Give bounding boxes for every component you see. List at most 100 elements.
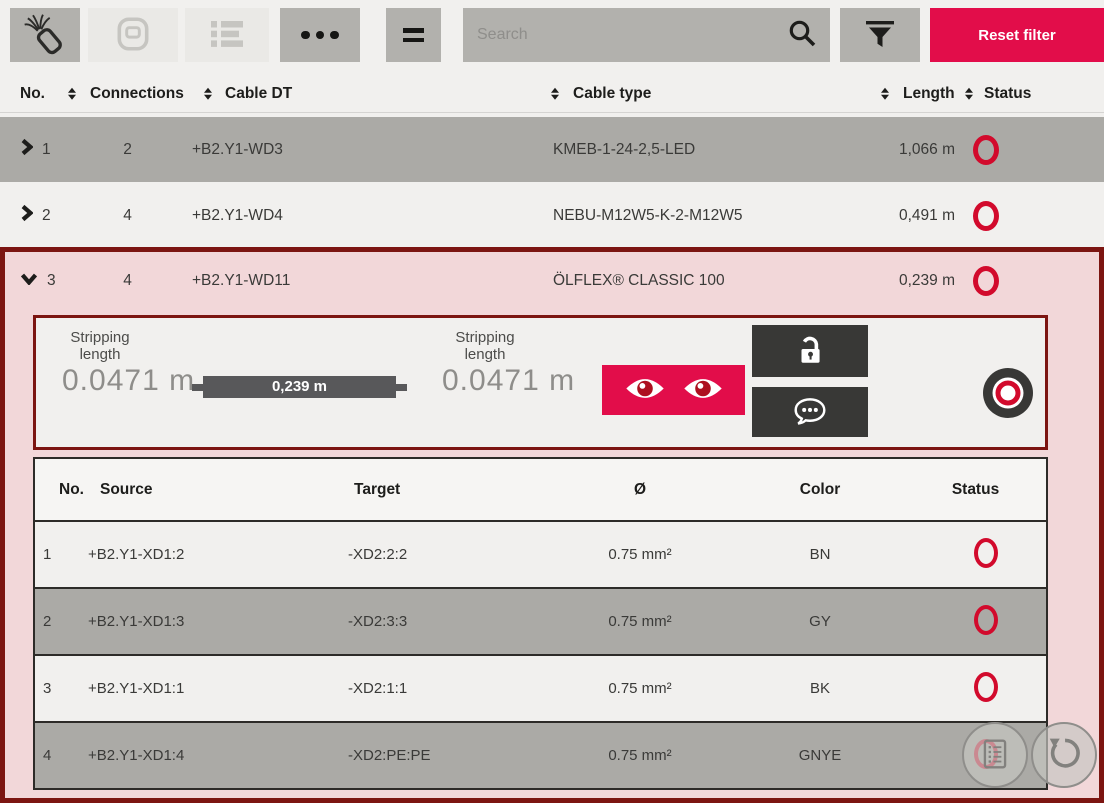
sort-icon[interactable]: [881, 87, 889, 100]
wire-target: -XD2:PE:PE: [335, 747, 545, 764]
eye-icon: [624, 375, 666, 405]
chevron-down-icon[interactable]: [20, 272, 38, 290]
cable-type: ÖLFLEX® CLASSIC 100: [545, 272, 860, 290]
cable-length: 0,239 m: [860, 272, 955, 290]
wire-diameter: 0.75 mm²: [545, 546, 735, 563]
row-number: 2: [42, 207, 51, 225]
stripping-length-value: 0.0471 m: [442, 364, 575, 398]
table-row[interactable]: 2 4 +B2.Y1-WD4 NEBU-M12W5-K-2-M12W5 0,49…: [0, 184, 1104, 247]
cable-length: 0,491 m: [860, 207, 955, 225]
row-number: 3: [47, 272, 56, 290]
toolbar: Reset filter: [0, 0, 1104, 70]
wire-diameter: 0.75 mm²: [545, 680, 735, 697]
chevron-right-icon[interactable]: [20, 204, 33, 227]
table-row[interactable]: 1 2 +B2.Y1-WD3 KMEB-1-24-2,5-LED 1,066 m: [0, 117, 1104, 182]
connections-count: 4: [95, 272, 160, 290]
wire-table-header: No. Source Target Ø Color Status: [35, 459, 1046, 520]
connections-count: 4: [95, 207, 160, 225]
status-ring-icon: [974, 672, 998, 702]
column-length: Length: [903, 85, 955, 103]
ellipsis-icon: [301, 31, 310, 40]
wire-color: GY: [735, 613, 905, 630]
column-status: Status: [905, 481, 1046, 499]
unlock-icon: [794, 333, 826, 370]
status-ring-icon: [974, 538, 998, 568]
wire-table: No. Source Target Ø Color Status 1 +B2.Y…: [33, 457, 1048, 790]
row-number: 1: [42, 141, 51, 159]
chevron-right-icon[interactable]: [20, 138, 33, 161]
unlock-button[interactable]: [752, 325, 868, 377]
filter-button[interactable]: [840, 8, 920, 62]
table-row-expanded[interactable]: 3 4 +B2.Y1-WD11 ÖLFLEX® CLASSIC 100 0,23…: [5, 252, 1099, 310]
wire-number: 3: [35, 680, 80, 697]
wire-row[interactable]: 1 +B2.Y1-XD1:2 -XD2:2:2 0.75 mm² BN: [35, 520, 1046, 587]
column-source: Source: [80, 481, 335, 499]
stripping-length-label: Stripping length: [50, 329, 150, 363]
wire-diameter: 0.75 mm²: [545, 613, 735, 630]
connector-housing-icon: [113, 14, 153, 57]
status-ring-icon: [973, 135, 999, 165]
wire-source: +B2.Y1-XD1:2: [80, 546, 335, 563]
equals-button[interactable]: [386, 8, 441, 62]
wire-row[interactable]: 4 +B2.Y1-XD1:4 -XD2:PE:PE 0.75 mm² GNYE: [35, 721, 1046, 788]
cable-harness-button[interactable]: [10, 8, 80, 62]
column-connections: Connections: [90, 85, 184, 103]
comment-button[interactable]: [752, 387, 868, 437]
filter-funnel-icon: [861, 16, 899, 55]
cable-harness-icon: [21, 10, 69, 61]
status-ring-icon: [974, 605, 998, 635]
column-cable-dt: Cable DT: [225, 85, 292, 103]
cable-dt: +B2.Y1-WD4: [160, 207, 545, 225]
cable-end-right: [396, 384, 407, 391]
speech-bubble-icon: [792, 396, 828, 429]
reset-filter-button[interactable]: Reset filter: [930, 8, 1104, 62]
cable-length-bar: 0,239 m: [203, 376, 396, 398]
expanded-cable-section: 3 4 +B2.Y1-WD11 ÖLFLEX® CLASSIC 100 0,23…: [0, 247, 1104, 803]
sort-icon[interactable]: [551, 87, 559, 100]
column-target: Target: [335, 481, 545, 499]
sort-icon[interactable]: [204, 87, 212, 100]
stripping-detail-panel: Stripping length 0.0471 m 0,239 m Stripp…: [33, 315, 1048, 450]
column-cable-type: Cable type: [573, 85, 651, 103]
status-ring-icon: [973, 266, 999, 296]
column-no: No.: [20, 85, 45, 103]
wire-row[interactable]: 2 +B2.Y1-XD1:3 -XD2:3:3 0.75 mm² GY: [35, 587, 1046, 654]
wire-number: 2: [35, 613, 80, 630]
connections-count: 2: [95, 141, 160, 159]
sort-icon[interactable]: [965, 87, 973, 100]
list-view-icon: [206, 17, 248, 54]
protocol-button[interactable]: [962, 722, 1028, 788]
protocol-document-icon: [979, 737, 1011, 774]
cable-graphic: 0,239 m: [192, 376, 407, 398]
cable-end-left: [192, 384, 203, 391]
rotate-reset-button[interactable]: [1031, 722, 1097, 788]
cable-type: NEBU-M12W5-K-2-M12W5: [545, 207, 860, 225]
stripping-length-label: Stripping length: [435, 329, 535, 363]
column-status: Status: [984, 85, 1031, 103]
search-field: [463, 8, 830, 62]
sort-icon[interactable]: [68, 87, 76, 100]
wire-color: GNYE: [735, 747, 905, 764]
search-input[interactable]: [477, 26, 786, 44]
status-ring-icon: [973, 201, 999, 231]
view-both-ends-button[interactable]: [602, 365, 745, 415]
wire-diameter: 0.75 mm²: [545, 747, 735, 764]
search-icon[interactable]: [786, 17, 818, 54]
rotate-reset-icon: [1046, 736, 1082, 775]
record-status-icon: [982, 367, 1034, 419]
stripping-length-value: 0.0471 m: [62, 364, 195, 398]
wire-row[interactable]: 3 +B2.Y1-XD1:1 -XD2:1:1 0.75 mm² BK: [35, 654, 1046, 721]
wire-source: +B2.Y1-XD1:1: [80, 680, 335, 697]
connector-housing-button[interactable]: [88, 8, 178, 62]
list-view-button[interactable]: [185, 8, 269, 62]
cable-type: KMEB-1-24-2,5-LED: [545, 141, 860, 159]
cable-length: 1,066 m: [860, 141, 955, 159]
wire-color: BK: [735, 680, 905, 697]
equals-icon: [403, 28, 424, 33]
column-color: Color: [735, 481, 905, 499]
wire-source: +B2.Y1-XD1:4: [80, 747, 335, 764]
eye-icon: [682, 375, 724, 405]
wire-number: 4: [35, 747, 80, 764]
more-options-button[interactable]: [280, 8, 360, 62]
wire-target: -XD2:1:1: [335, 680, 545, 697]
